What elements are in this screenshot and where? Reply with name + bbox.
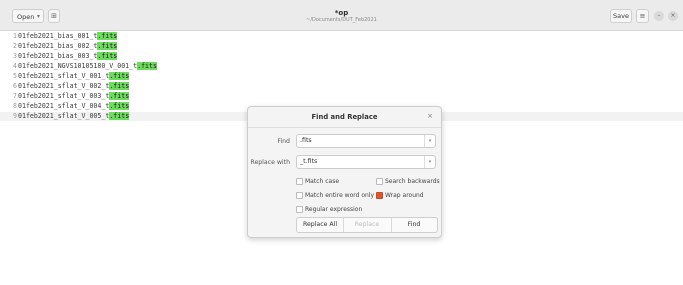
search-match: .fits	[109, 82, 130, 90]
line-number: 2	[13, 42, 17, 50]
checkbox-icon	[296, 192, 303, 199]
replace-input[interactable]: _t.fits ▾	[296, 155, 436, 169]
editor-line[interactable]: 801feb2021_sflat_V_004_t.fits	[0, 102, 130, 111]
checkbox-icon	[296, 206, 303, 213]
close-icon[interactable]: ×	[427, 112, 433, 120]
minimize-icon[interactable]: –	[654, 11, 664, 21]
chevron-down-icon[interactable]: ▾	[424, 135, 435, 147]
header-bar: Open ▾ ⊞ *op ~/Documents/DUT_Feb2021 Sav…	[0, 0, 683, 31]
regular-expression-checkbox[interactable]: Regular expression	[296, 206, 362, 213]
editor-line[interactable]: 201feb2021_bias_002_t.fits	[0, 42, 118, 51]
editor-line[interactable]: 501feb2021_sflat_V_001_t.fits	[0, 72, 130, 81]
line-number: 7	[13, 92, 17, 100]
dialog-divider	[248, 127, 441, 128]
line-number: 1	[13, 32, 17, 40]
window-subtitle: ~/Documents/DUT_Feb2021	[306, 17, 377, 23]
editor-line[interactable]: 901feb2021_sflat_V_005_t.fits	[0, 112, 130, 121]
find-input[interactable]: .fits ▾	[296, 134, 436, 148]
find-replace-dialog: Find and Replace × Find .fits ▾ Replace …	[247, 106, 442, 238]
save-button[interactable]: Save	[610, 9, 632, 23]
replace-with-label: Replace with	[250, 159, 290, 166]
line-text: 01feb2021_sflat_V_001_t	[18, 72, 110, 80]
window-title-block: *op ~/Documents/DUT_Feb2021	[0, 9, 683, 24]
search-match: .fits	[109, 102, 130, 110]
dialog-title: Find and Replace	[311, 113, 378, 121]
line-text: 01feb2021_bias_002_t	[18, 42, 98, 50]
editor-line[interactable]: 101feb2021_bias_001_t.fits	[0, 32, 118, 41]
match-entire-word-label: Match entire word only	[305, 192, 375, 199]
line-number: 8	[13, 102, 17, 110]
chevron-down-icon[interactable]: ▾	[424, 156, 435, 168]
search-match: .fits	[97, 52, 118, 60]
replace-input-value: _t.fits	[300, 158, 318, 165]
wrap-around-label: Wrap around	[385, 192, 424, 199]
line-text: 01feb2021_sflat_V_005_t	[18, 112, 110, 120]
match-case-checkbox[interactable]: Match case	[296, 178, 339, 185]
line-text: 01feb2021_bias_003_t	[18, 52, 98, 60]
checkbox-icon	[376, 178, 383, 185]
line-number: 5	[13, 72, 17, 80]
search-match: .fits	[97, 42, 118, 50]
replace-button[interactable]: Replace	[343, 218, 392, 232]
line-text: 01feb2021_bias_001_t	[18, 32, 98, 40]
search-match: .fits	[97, 32, 118, 40]
editor-line[interactable]: 401feb2021_NGVS10105180_V_001_t.fits	[0, 62, 157, 71]
checkbox-icon	[296, 178, 303, 185]
checkbox-checked-icon	[376, 192, 383, 199]
search-backwards-label: Search backwards	[385, 178, 440, 185]
editor-line[interactable]: 701feb2021_sflat_V_003_t.fits	[0, 92, 130, 101]
line-text: 01feb2021_NGVS10105180_V_001_t	[18, 62, 138, 70]
search-backwards-checkbox[interactable]: Search backwards	[376, 178, 440, 185]
wrap-around-checkbox[interactable]: Wrap around	[376, 192, 424, 199]
match-case-label: Match case	[305, 178, 340, 185]
line-text: 01feb2021_sflat_V_003_t	[18, 92, 110, 100]
editor-line[interactable]: 601feb2021_sflat_V_002_t.fits	[0, 82, 130, 91]
match-entire-word-checkbox[interactable]: Match entire word only	[296, 192, 374, 199]
line-number: 3	[13, 52, 17, 60]
regular-expression-label: Regular expression	[305, 206, 363, 213]
close-window-icon[interactable]: ×	[668, 11, 678, 21]
search-match: .fits	[109, 112, 130, 120]
hamburger-menu-icon[interactable]: ≡	[636, 9, 649, 23]
find-input-value: .fits	[300, 137, 312, 144]
find-button[interactable]: Find	[391, 218, 437, 232]
line-number: 4	[13, 62, 17, 70]
editor-line[interactable]: 301feb2021_bias_003_t.fits	[0, 52, 118, 61]
line-text: 01feb2021_sflat_V_002_t	[18, 82, 110, 90]
search-match: .fits	[109, 92, 130, 100]
search-match: .fits	[137, 62, 157, 70]
line-number: 9	[13, 112, 17, 120]
search-match: .fits	[109, 72, 130, 80]
line-number: 6	[13, 82, 17, 90]
window-title: *op	[334, 9, 349, 17]
replace-all-button[interactable]: Replace All	[297, 218, 344, 232]
dialog-button-row: Replace All Replace Find	[296, 217, 438, 233]
find-label: Find	[277, 138, 290, 145]
line-text: 01feb2021_sflat_V_004_t	[18, 102, 110, 110]
